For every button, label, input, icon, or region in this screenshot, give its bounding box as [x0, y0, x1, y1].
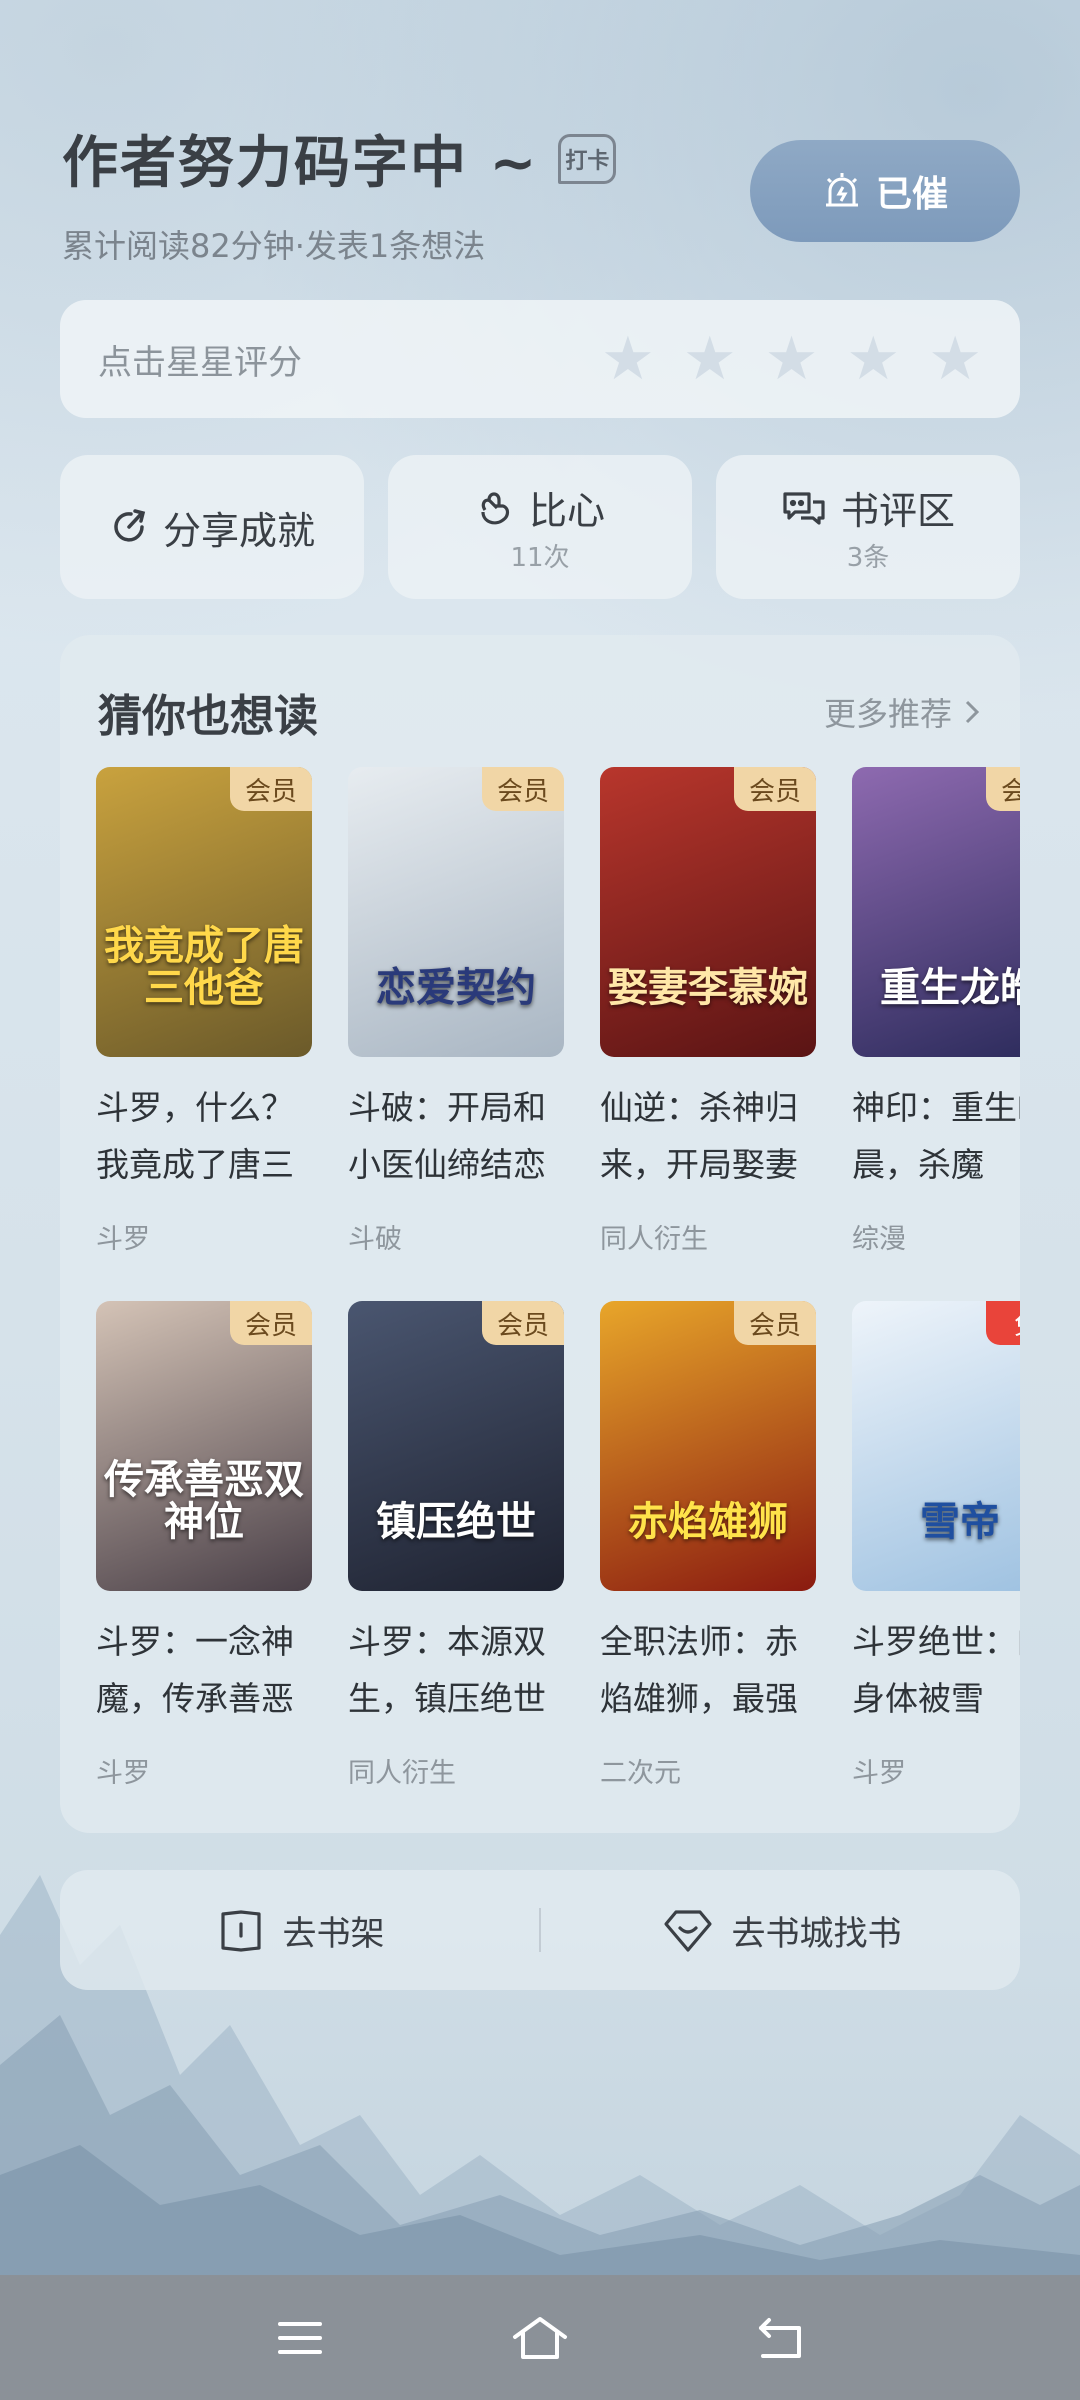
star-icon[interactable]: ★: [601, 329, 655, 389]
urged-label: 已催: [875, 174, 948, 215]
rating-bar: 点击星星评分 ★ ★ ★ ★ ★: [60, 300, 1020, 418]
vip-badge: 会员: [230, 767, 312, 811]
share-icon: [114, 509, 146, 542]
review-label: 书评区: [840, 489, 955, 533]
more-recommend-label: 更多推荐: [823, 695, 952, 733]
star-icon[interactable]: ★: [683, 329, 737, 389]
book-cover: 赤焰雄狮 会员: [600, 1301, 816, 1591]
book-title: 斗罗：本源双生，镇压绝世: [348, 1622, 546, 1718]
go-bookstore-button[interactable]: 去书城找书: [541, 1904, 1020, 1956]
vip-badge: 会员: [482, 1301, 564, 1345]
header: 作者努力码字中 ~ 打卡 累计阅读82分钟·发表1条想法: [62, 118, 762, 267]
review-area-button[interactable]: 书评区 3条: [716, 455, 1020, 599]
recommend-title: 猜你也想读: [98, 691, 318, 742]
go-bookshelf-button[interactable]: 去书架: [60, 1904, 539, 1956]
bookshelf-icon: [220, 1910, 261, 1952]
book-card[interactable]: 赤焰雄狮 会员 全职法师：赤焰雄狮，最强 二次元: [600, 1301, 816, 1790]
system-nav-bar: [0, 2275, 1080, 2400]
book-cover: 我竟成了唐三他爸 会员: [96, 767, 312, 1057]
book-cover: 传承善恶双神位 会员: [96, 1301, 312, 1591]
share-label: 分享成就: [162, 508, 315, 553]
vip-badge: 会员: [986, 767, 1020, 811]
share-achievement-button[interactable]: 分享成就: [60, 455, 364, 599]
book-title: 斗破：开局和小医仙缔结恋: [348, 1088, 546, 1184]
book-card[interactable]: 重生龙皓 会员 神印：重生皓晨，杀魔 综漫: [852, 767, 1020, 1256]
finger-heart-icon: [481, 491, 510, 524]
book-tag: 斗罗: [96, 1224, 150, 1255]
book-card[interactable]: 传承善恶双神位 会员 斗罗：一念神魔，传承善恶 斗罗: [96, 1301, 312, 1790]
cover-text: 娶妻李慕婉: [608, 965, 808, 1011]
book-row-2: 传承善恶双神位 会员 斗罗：一念神魔，传承善恶 斗罗 镇压绝世 会员 斗罗：本源双生…: [96, 1301, 1020, 1801]
heart-label: 比心: [528, 489, 605, 533]
go-bookshelf-label: 去书架: [282, 1913, 385, 1954]
cover-text: 重生龙皓: [880, 965, 1020, 1011]
cover-text: 镇压绝世: [376, 1499, 536, 1545]
recommend-section: 猜你也想读 更多推荐 我竟成了唐三他爸 会员 斗罗，什么？我竟成了唐三 斗罗 恋爱…: [60, 635, 1020, 1833]
more-recommend-link[interactable]: 更多推荐: [824, 689, 980, 735]
home-icon: [513, 2316, 567, 2359]
cover-text: 恋爱契约: [376, 965, 536, 1011]
home-button[interactable]: [510, 2308, 570, 2368]
cover-text: 赤焰雄狮: [628, 1499, 788, 1545]
book-card[interactable]: 我竟成了唐三他爸 会员 斗罗，什么？我竟成了唐三 斗罗: [96, 767, 312, 1256]
book-cover: 雪帝 免: [852, 1301, 1020, 1591]
book-tag: 斗破: [348, 1224, 402, 1255]
book-tag: 同人衍生: [600, 1224, 708, 1255]
star-icon[interactable]: ★: [928, 329, 982, 389]
vip-badge: 会员: [734, 767, 816, 811]
book-title: 神印：重生皓晨，杀魔: [852, 1088, 1020, 1184]
comment-icon: [783, 491, 825, 525]
free-badge: 免: [986, 1301, 1020, 1345]
review-count: 3条: [846, 543, 890, 573]
heart-count: 11次: [510, 543, 570, 573]
book-title: 斗罗绝世：的身体被雪: [852, 1622, 1020, 1718]
book-tag: 综漫: [852, 1224, 906, 1255]
book-card[interactable]: 镇压绝世 会员 斗罗：本源双生，镇压绝世 同人衍生: [348, 1301, 564, 1790]
book-title: 全职法师：赤焰雄狮，最强: [600, 1622, 798, 1718]
book-cover: 重生龙皓 会员: [852, 767, 1020, 1057]
cover-text: 雪帝: [920, 1499, 1000, 1545]
vip-badge: 会员: [230, 1301, 312, 1345]
bookstore-icon: [663, 1910, 712, 1952]
chevron-right-icon: [965, 700, 980, 724]
book-card[interactable]: 娶妻李慕婉 会员 仙逆：杀神归来，开局娶妻 同人衍生: [600, 767, 816, 1256]
rating-label: 点击星星评分: [98, 342, 302, 383]
vip-badge: 会员: [482, 767, 564, 811]
book-cover: 娶妻李慕婉 会员: [600, 767, 816, 1057]
menu-button[interactable]: [270, 2308, 330, 2368]
cover-text: 传承善恶双神位: [104, 1457, 304, 1545]
reading-stats: 累计阅读82分钟·发表1条想法: [62, 227, 486, 265]
book-tag: 斗罗: [96, 1758, 150, 1789]
go-bookstore-label: 去书城找书: [731, 1913, 902, 1954]
book-card[interactable]: 恋爱契约 会员 斗破：开局和小医仙缔结恋 斗破: [348, 767, 564, 1256]
book-card[interactable]: 雪帝 免 斗罗绝世：的身体被雪 斗罗: [852, 1301, 1020, 1790]
book-tag: 二次元: [600, 1758, 681, 1789]
book-title: 斗罗：一念神魔，传承善恶: [96, 1622, 294, 1718]
heart-button[interactable]: 比心 11次: [388, 455, 692, 599]
page-title: 作者努力码字中 ~: [62, 131, 539, 196]
alarm-icon: [825, 173, 858, 207]
book-title: 斗罗，什么？我竟成了唐三: [96, 1088, 294, 1184]
vip-badge: 会员: [734, 1301, 816, 1345]
star-rating: ★ ★ ★ ★ ★: [601, 329, 982, 389]
star-icon[interactable]: ★: [846, 329, 900, 389]
bottom-action-bar: 去书架 去书城找书: [60, 1870, 1020, 1990]
book-cover: 恋爱契约 会员: [348, 767, 564, 1057]
book-cover: 镇压绝世 会员: [348, 1301, 564, 1591]
cover-text: 我竟成了唐三他爸: [104, 923, 304, 1011]
menu-icon: [278, 2321, 322, 2354]
back-icon: [759, 2317, 801, 2358]
urged-button[interactable]: 已催: [750, 140, 1020, 242]
book-row-1: 我竟成了唐三他爸 会员 斗罗，什么？我竟成了唐三 斗罗 恋爱契约 会员 斗破：开局和…: [96, 767, 1020, 1267]
back-button[interactable]: [750, 2308, 810, 2368]
book-tag: 斗罗: [852, 1758, 906, 1789]
book-title: 仙逆：杀神归来，开局娶妻: [600, 1088, 798, 1184]
star-icon[interactable]: ★: [765, 329, 819, 389]
action-row: 分享成就 比心 11次 书评区 3条: [60, 455, 1020, 599]
checkin-button[interactable]: 打卡: [558, 133, 617, 184]
book-tag: 同人衍生: [348, 1758, 456, 1789]
